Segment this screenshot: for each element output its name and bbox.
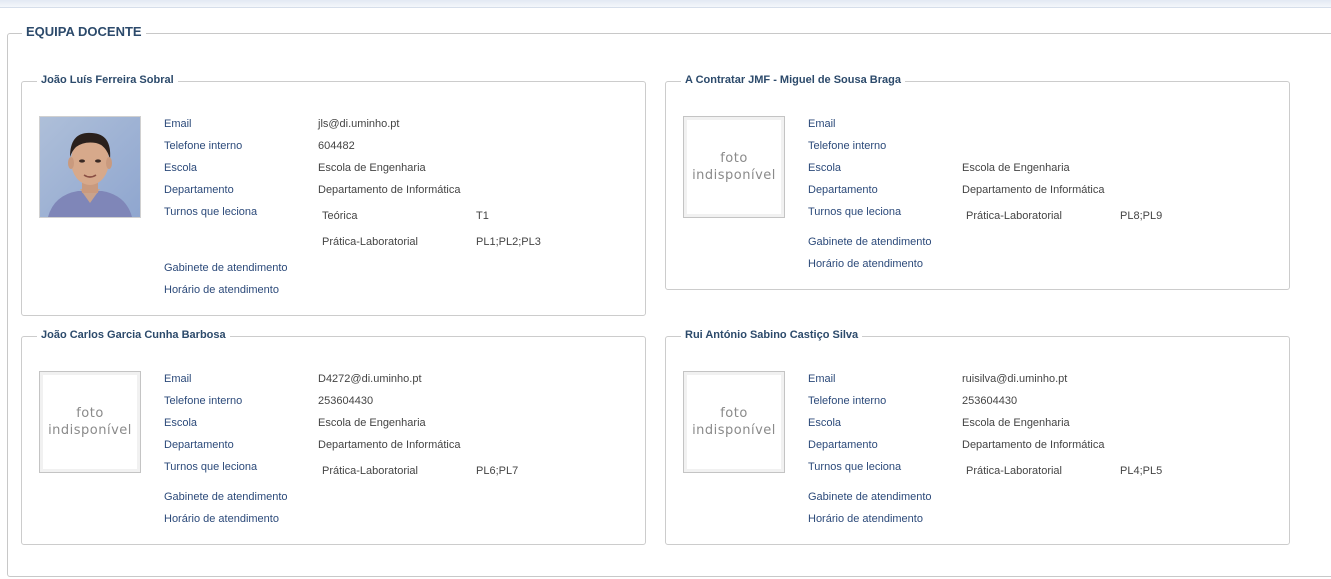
teacher-card: João Carlos Garcia Cunha Barbosa foto ind… bbox=[21, 329, 646, 545]
escola-value: Escola de Engenharia bbox=[962, 162, 1070, 174]
teacher-name: João Carlos Garcia Cunha Barbosa bbox=[37, 329, 230, 341]
email-label: Email bbox=[164, 118, 192, 130]
departamento-label: Departamento bbox=[164, 439, 234, 451]
turno-tipo: Prática-Laboratorial bbox=[966, 465, 1062, 477]
escola-value: Escola de Engenharia bbox=[318, 417, 426, 429]
section-title: EQUIPA DOCENTE bbox=[22, 24, 146, 39]
escola-label: Escola bbox=[808, 417, 842, 429]
turno-list: T1 bbox=[476, 210, 489, 222]
turno-tipo: Prática-Laboratorial bbox=[966, 210, 1062, 222]
gabinete-label: Gabinete de atendimento bbox=[808, 491, 932, 503]
turno-tipo: Teórica bbox=[322, 210, 358, 222]
equipa-docente-section: EQUIPA DOCENTE João Luís Ferreira Sobral bbox=[7, 24, 1331, 577]
departamento-label: Departamento bbox=[808, 184, 878, 196]
teacher-card: A Contratar JMF - Miguel de Sousa Braga … bbox=[665, 74, 1290, 290]
horario-label: Horário de atendimento bbox=[164, 513, 279, 525]
telefone-label: Telefone interno bbox=[164, 140, 243, 152]
turno-tipo: Prática-Laboratorial bbox=[322, 236, 418, 248]
teacher-name: João Luís Ferreira Sobral bbox=[37, 74, 178, 86]
turnos-label: Turnos que leciona bbox=[164, 461, 258, 473]
email-label: Email bbox=[164, 373, 192, 385]
gabinete-label: Gabinete de atendimento bbox=[808, 236, 932, 248]
escola-value: Escola de Engenharia bbox=[318, 162, 426, 174]
horario-label: Horário de atendimento bbox=[164, 284, 279, 296]
horario-label: Horário de atendimento bbox=[808, 513, 923, 525]
departamento-value: Departamento de Informática bbox=[318, 184, 461, 196]
photo-unavailable-placeholder: foto indisponível bbox=[683, 371, 785, 473]
horario-label: Horário de atendimento bbox=[808, 258, 923, 270]
teacher-photo bbox=[39, 116, 141, 218]
gabinete-label: Gabinete de atendimento bbox=[164, 491, 288, 503]
telefone-label: Telefone interno bbox=[808, 140, 887, 152]
photo-unavailable-placeholder: foto indisponível bbox=[683, 116, 785, 218]
departamento-label: Departamento bbox=[808, 439, 878, 451]
departamento-value: Departamento de Informática bbox=[962, 184, 1105, 196]
turnos-label: Turnos que leciona bbox=[808, 206, 902, 218]
escola-label: Escola bbox=[164, 417, 198, 429]
telefone-value: 253604430 bbox=[318, 395, 374, 407]
escola-value: Escola de Engenharia bbox=[962, 417, 1070, 429]
departamento-label: Departamento bbox=[164, 184, 234, 196]
turno-list: PL6;PL7 bbox=[476, 465, 519, 477]
turno-list: PL1;PL2;PL3 bbox=[476, 236, 541, 248]
turno-tipo: Prática-Laboratorial bbox=[322, 465, 418, 477]
turnos-label: Turnos que leciona bbox=[164, 206, 258, 218]
telefone-value: 604482 bbox=[318, 140, 355, 152]
turno-list: PL4;PL5 bbox=[1120, 465, 1163, 477]
teacher-card: Rui António Sabino Castiço Silva foto ind… bbox=[665, 329, 1290, 545]
gabinete-label: Gabinete de atendimento bbox=[164, 262, 288, 274]
email-value[interactable]: D4272@di.uminho.pt bbox=[318, 372, 422, 386]
photo-unavailable-placeholder: foto indisponível bbox=[39, 371, 141, 473]
departamento-value: Departamento de Informática bbox=[962, 439, 1105, 451]
telefone-label: Telefone interno bbox=[164, 395, 243, 407]
teacher-name: A Contratar JMF - Miguel de Sousa Braga bbox=[681, 74, 905, 86]
escola-label: Escola bbox=[164, 162, 198, 174]
turnos-label: Turnos que leciona bbox=[808, 461, 902, 473]
departamento-value: Departamento de Informática bbox=[318, 439, 461, 451]
turno-list: PL8;PL9 bbox=[1120, 210, 1163, 222]
email-value[interactable]: jls@di.uminho.pt bbox=[318, 117, 399, 131]
teacher-name: Rui António Sabino Castiço Silva bbox=[681, 329, 863, 341]
telefone-value: 253604430 bbox=[962, 395, 1018, 407]
telefone-label: Telefone interno bbox=[808, 395, 887, 407]
email-label: Email bbox=[808, 373, 836, 385]
email-value[interactable]: ruisilva@di.uminho.pt bbox=[962, 372, 1067, 386]
email-label: Email bbox=[808, 118, 836, 130]
escola-label: Escola bbox=[808, 162, 842, 174]
top-header-strip bbox=[0, 0, 1331, 8]
teacher-card: João Luís Ferreira Sobral Email jls@di.u… bbox=[21, 74, 646, 316]
